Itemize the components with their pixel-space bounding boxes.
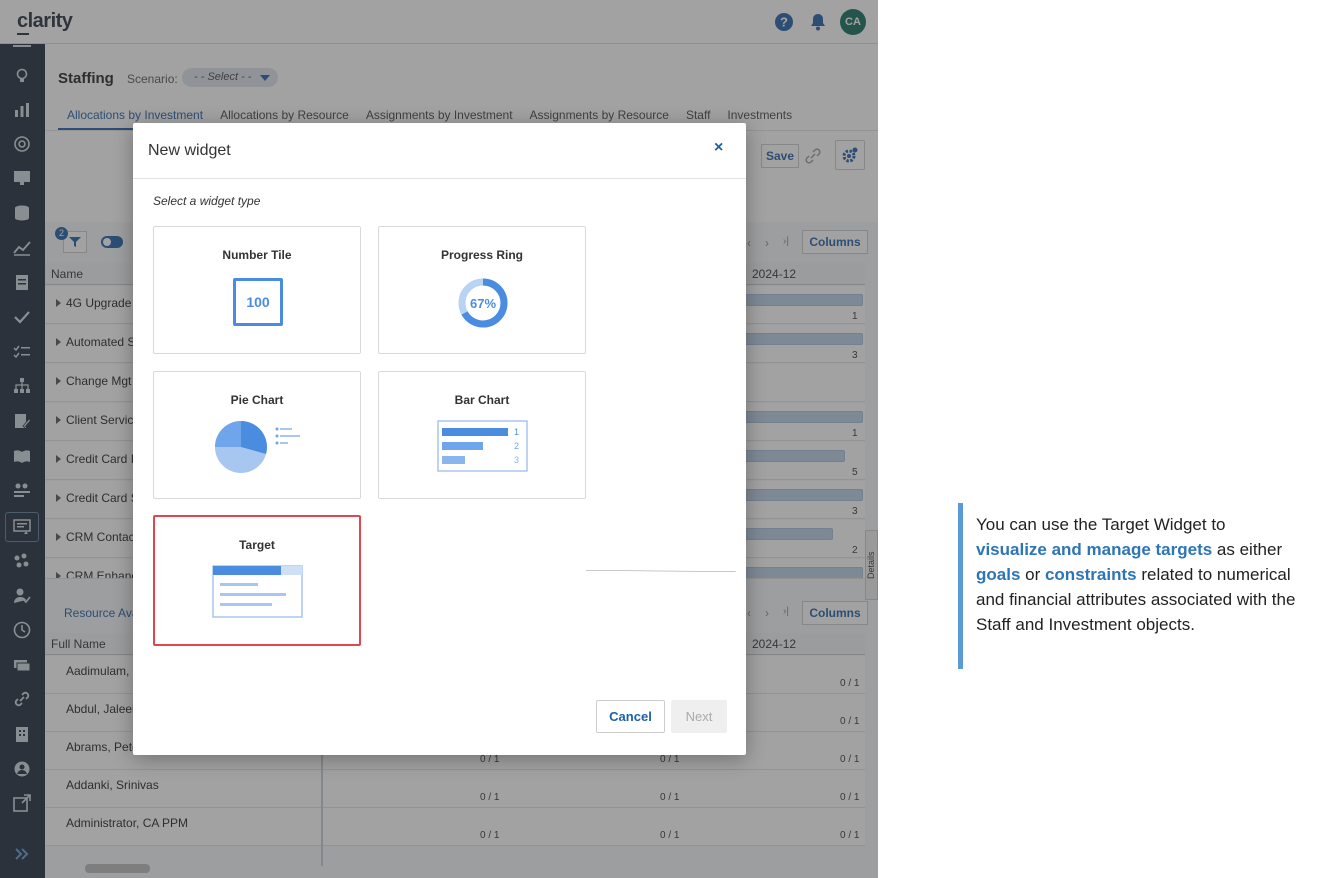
card-label: Bar Chart bbox=[454, 393, 510, 407]
target-widget-icon bbox=[212, 565, 303, 618]
pie-chart-card[interactable]: Pie Chart bbox=[153, 371, 361, 499]
card-label: Pie Chart bbox=[230, 393, 284, 407]
bar-chart-icon: 1 2 3 bbox=[437, 420, 528, 472]
callout-text-2: as either bbox=[1212, 540, 1283, 559]
bar-chart-card[interactable]: Bar Chart 1 2 3 bbox=[378, 371, 586, 499]
pie-chart-icon bbox=[215, 421, 300, 473]
callout-highlight-3: constraints bbox=[1044, 565, 1137, 584]
dialog-title: New widget bbox=[148, 142, 231, 159]
progress-ring-value: 67% bbox=[470, 296, 496, 311]
new-widget-dialog: New widget × Select a widget type Number… bbox=[133, 123, 746, 755]
number-tile-card[interactable]: Number Tile 100 bbox=[153, 226, 361, 354]
callout-text-3: or bbox=[1020, 565, 1045, 584]
progress-ring-icon: 67% bbox=[458, 278, 508, 328]
widget-type-prompt: Select a widget type bbox=[153, 194, 261, 208]
bar-label: 3 bbox=[514, 455, 519, 465]
callout-accent-bar bbox=[958, 503, 963, 669]
next-button[interactable]: Next bbox=[671, 700, 727, 733]
callout-connector bbox=[585, 570, 736, 572]
target-card[interactable]: Target bbox=[153, 515, 361, 646]
bar-label: 1 bbox=[514, 427, 519, 437]
number-tile-icon: 100 bbox=[233, 278, 283, 326]
callout-highlight-1: visualize and manage targets bbox=[976, 540, 1213, 559]
number-tile-value: 100 bbox=[246, 294, 270, 310]
bar-label: 2 bbox=[514, 441, 519, 451]
card-label: Number Tile bbox=[222, 248, 292, 262]
dialog-divider bbox=[133, 178, 746, 179]
callout-highlight-2: goals bbox=[976, 565, 1021, 584]
progress-ring-card[interactable]: Progress Ring 67% bbox=[378, 226, 586, 354]
callout-annotation: You can use the Target Widget to visuali… bbox=[976, 512, 1321, 637]
close-icon[interactable]: × bbox=[714, 139, 723, 157]
callout-text-1: You can use the Target Widget to bbox=[976, 515, 1226, 534]
card-label: Target bbox=[239, 538, 275, 552]
card-label: Progress Ring bbox=[440, 248, 524, 262]
cancel-button[interactable]: Cancel bbox=[596, 700, 665, 733]
